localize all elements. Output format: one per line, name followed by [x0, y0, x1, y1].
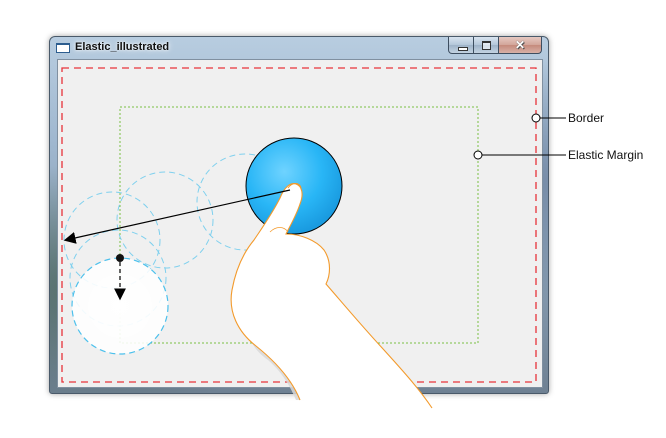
border-callout-marker	[531, 113, 541, 123]
border-label: Border	[568, 111, 605, 125]
bounce-origin-dot	[116, 254, 124, 262]
illustration-overlay	[61, 67, 566, 409]
elastic-margin-label: Elastic Margin	[568, 148, 644, 162]
elastic-margin-callout-marker	[473, 150, 483, 160]
illustration-stage: Elastic_illustrated ✕ Border Elastic Mar…	[0, 0, 666, 438]
ghost-circle	[116, 171, 214, 269]
